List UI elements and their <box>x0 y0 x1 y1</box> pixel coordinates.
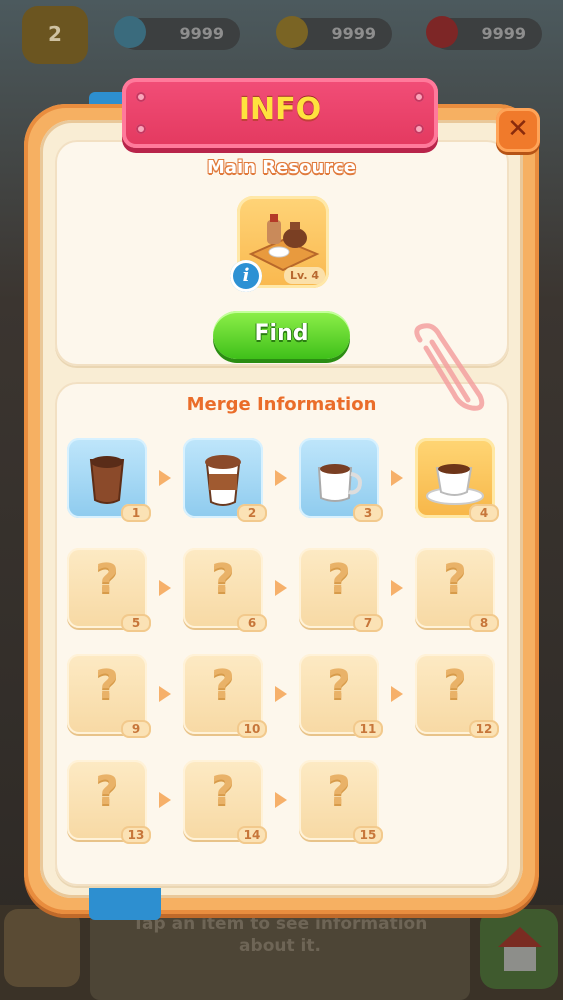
question-mark-icon: ? <box>95 662 119 708</box>
item-number-badge: 10 <box>237 720 267 738</box>
home-icon <box>498 927 542 947</box>
item-number-badge: 11 <box>353 720 383 738</box>
item-number-badge: 4 <box>469 504 499 522</box>
binder-tab-bottom <box>89 880 161 920</box>
dialog-header: INFO <box>122 78 438 148</box>
question-mark-icon: ? <box>327 556 351 602</box>
arrow-right-icon <box>275 580 287 596</box>
merge-item-11[interactable]: ? 11 <box>299 654 383 738</box>
question-mark-icon: ? <box>443 556 467 602</box>
merge-item-3[interactable]: 3 <box>299 438 383 522</box>
item-number-badge: 5 <box>121 614 151 632</box>
item-number-badge: 15 <box>353 826 383 844</box>
bottom-bar: Tap an item to see information about it. <box>0 905 563 1000</box>
item-number-badge: 12 <box>469 720 499 738</box>
arrow-right-icon <box>159 470 171 486</box>
merge-item-4[interactable]: 4 <box>415 438 499 522</box>
dialog-title: INFO <box>238 92 322 127</box>
item-number-badge: 13 <box>121 826 151 844</box>
close-button[interactable]: ✕ <box>496 108 540 152</box>
merge-item-9[interactable]: ? 9 <box>67 654 151 738</box>
energy-value: 9999 <box>179 24 224 43</box>
level-label: Lv. 4 <box>284 267 325 284</box>
merge-item-5[interactable]: ? 5 <box>67 548 151 632</box>
energy-icon <box>114 16 146 48</box>
question-mark-icon: ? <box>211 768 235 814</box>
question-mark-icon: ? <box>443 662 467 708</box>
item-number-badge: 6 <box>237 614 267 632</box>
item-number-badge: 3 <box>353 504 383 522</box>
question-mark-icon: ? <box>211 556 235 602</box>
main-resource-title: Main Resource <box>206 157 357 178</box>
item-number-badge: 2 <box>237 504 267 522</box>
hud-bar: 2 9999 9999 9999 <box>0 0 563 70</box>
find-button[interactable]: Find <box>213 311 350 359</box>
close-icon: ✕ <box>507 114 529 144</box>
merge-item-2[interactable]: 2 <box>183 438 267 522</box>
coin-counter[interactable]: 9999 <box>276 16 392 50</box>
home-button[interactable] <box>480 909 558 989</box>
merge-item-8[interactable]: ? 8 <box>415 548 499 632</box>
question-mark-icon: ? <box>95 768 119 814</box>
level-number: 2 <box>48 22 62 46</box>
merge-item-14[interactable]: ? 14 <box>183 760 267 844</box>
question-mark-icon: ? <box>95 556 119 602</box>
item-number-badge: 9 <box>121 720 151 738</box>
item-number-badge: 1 <box>121 504 151 522</box>
hint-line-2: about it. <box>239 936 321 956</box>
arrow-right-icon <box>275 792 287 808</box>
coin-value: 9999 <box>331 24 376 43</box>
item-number-badge: 14 <box>237 826 267 844</box>
item-number-badge: 7 <box>353 614 383 632</box>
coin-icon <box>276 16 308 48</box>
book-button[interactable] <box>4 909 80 987</box>
merge-item-12[interactable]: ? 12 <box>415 654 499 738</box>
arrow-right-icon <box>159 792 171 808</box>
merge-item-7[interactable]: ? 7 <box>299 548 383 632</box>
question-mark-icon: ? <box>327 768 351 814</box>
arrow-right-icon <box>391 470 403 486</box>
merge-item-10[interactable]: ? 10 <box>183 654 267 738</box>
arrow-right-icon <box>159 580 171 596</box>
energy-counter[interactable]: 9999 <box>114 16 240 50</box>
question-mark-icon: ? <box>327 662 351 708</box>
gem-icon <box>426 16 458 48</box>
merge-item-6[interactable]: ? 6 <box>183 548 267 632</box>
item-number-badge: 8 <box>469 614 499 632</box>
level-badge[interactable]: 2 <box>22 6 88 64</box>
merge-item-1[interactable]: 1 <box>67 438 151 522</box>
arrow-right-icon <box>275 470 287 486</box>
arrow-right-icon <box>159 686 171 702</box>
arrow-right-icon <box>391 580 403 596</box>
gem-counter[interactable]: 9999 <box>426 16 542 50</box>
arrow-right-icon <box>391 686 403 702</box>
info-icon[interactable]: i <box>230 260 262 292</box>
merge-item-15[interactable]: ? 15 <box>299 760 383 844</box>
gem-value: 9999 <box>481 24 526 43</box>
merge-item-13[interactable]: ? 13 <box>67 760 151 844</box>
merge-info-title: Merge Information <box>186 394 377 415</box>
question-mark-icon: ? <box>211 662 235 708</box>
arrow-right-icon <box>275 686 287 702</box>
